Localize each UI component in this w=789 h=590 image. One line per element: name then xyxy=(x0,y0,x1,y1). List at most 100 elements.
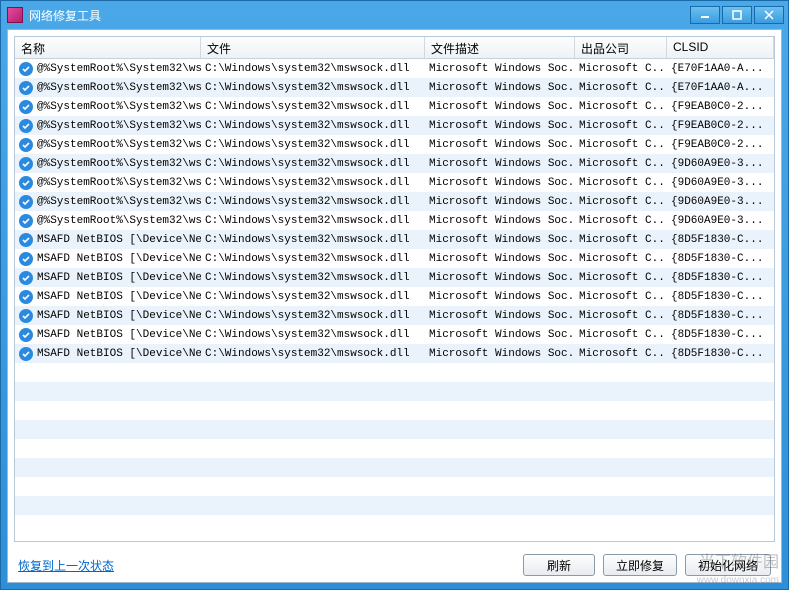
cell-file: C:\Windows\system32\mswsock.dll xyxy=(201,196,425,208)
row-name-text: MSAFD NetBIOS [\Device\Ne... xyxy=(37,234,201,246)
row-name-text: @%SystemRoot%\System32\ws... xyxy=(37,120,201,132)
table-row[interactable]: @%SystemRoot%\System32\ws...C:\Windows\s… xyxy=(15,116,774,135)
cell-desc: Microsoft Windows Soc... xyxy=(425,215,575,227)
repair-now-button[interactable]: 立即修复 xyxy=(603,554,677,576)
cell-file: C:\Windows\system32\mswsock.dll xyxy=(201,329,425,341)
column-header-desc[interactable]: 文件描述 xyxy=(425,37,575,58)
cell-company: Microsoft C... xyxy=(575,329,667,341)
cell-name: @%SystemRoot%\System32\ws... xyxy=(15,176,201,190)
column-header-company[interactable]: 出品公司 xyxy=(575,37,667,58)
window-title: 网络修复工具 xyxy=(29,7,690,24)
table-row-empty xyxy=(15,477,774,496)
restore-link[interactable]: 恢复到上一次状态 xyxy=(18,557,114,574)
cell-desc: Microsoft Windows Soc... xyxy=(425,310,575,322)
listview[interactable]: 名称 文件 文件描述 出品公司 CLSID @%SystemRoot%\Syst… xyxy=(14,36,775,542)
check-icon xyxy=(19,81,33,95)
cell-name: MSAFD NetBIOS [\Device\Ne... xyxy=(15,309,201,323)
table-row[interactable]: @%SystemRoot%\System32\ws...C:\Windows\s… xyxy=(15,78,774,97)
window-controls xyxy=(690,6,784,24)
cell-file: C:\Windows\system32\mswsock.dll xyxy=(201,101,425,113)
table-row[interactable]: @%SystemRoot%\System32\ws...C:\Windows\s… xyxy=(15,154,774,173)
cell-name: MSAFD NetBIOS [\Device\Ne... xyxy=(15,347,201,361)
table-row[interactable]: @%SystemRoot%\System32\ws...C:\Windows\s… xyxy=(15,211,774,230)
table-row[interactable]: MSAFD NetBIOS [\Device\Ne...C:\Windows\s… xyxy=(15,325,774,344)
cell-desc: Microsoft Windows Soc... xyxy=(425,177,575,189)
table-row[interactable]: MSAFD NetBIOS [\Device\Ne...C:\Windows\s… xyxy=(15,230,774,249)
minimize-button[interactable] xyxy=(690,6,720,24)
row-name-text: @%SystemRoot%\System32\ws... xyxy=(37,215,201,227)
cell-desc: Microsoft Windows Soc... xyxy=(425,196,575,208)
cell-company: Microsoft C... xyxy=(575,253,667,265)
check-icon xyxy=(19,214,33,228)
cell-name: MSAFD NetBIOS [\Device\Ne... xyxy=(15,328,201,342)
cell-clsid: {9D60A9E0-3... xyxy=(667,215,774,227)
cell-company: Microsoft C... xyxy=(575,310,667,322)
cell-desc: Microsoft Windows Soc... xyxy=(425,329,575,341)
cell-clsid: {9D60A9E0-3... xyxy=(667,158,774,170)
row-name-text: MSAFD NetBIOS [\Device\Ne... xyxy=(37,253,201,265)
cell-desc: Microsoft Windows Soc... xyxy=(425,272,575,284)
row-name-text: @%SystemRoot%\System32\ws... xyxy=(37,82,201,94)
cell-company: Microsoft C... xyxy=(575,348,667,360)
cell-clsid: {F9EAB0C0-2... xyxy=(667,101,774,113)
column-header-file[interactable]: 文件 xyxy=(201,37,425,58)
row-name-text: @%SystemRoot%\System32\ws... xyxy=(37,101,201,113)
cell-name: @%SystemRoot%\System32\ws... xyxy=(15,62,201,76)
cell-file: C:\Windows\system32\mswsock.dll xyxy=(201,120,425,132)
table-row[interactable]: MSAFD NetBIOS [\Device\Ne...C:\Windows\s… xyxy=(15,344,774,363)
check-icon xyxy=(19,252,33,266)
titlebar[interactable]: 网络修复工具 xyxy=(1,1,788,29)
cell-company: Microsoft C... xyxy=(575,177,667,189)
check-icon xyxy=(19,62,33,76)
init-network-button[interactable]: 初始化网络 xyxy=(685,554,771,576)
row-name-text: @%SystemRoot%\System32\ws... xyxy=(37,158,201,170)
row-name-text: @%SystemRoot%\System32\ws... xyxy=(37,63,201,75)
table-row[interactable]: MSAFD NetBIOS [\Device\Ne...C:\Windows\s… xyxy=(15,249,774,268)
cell-file: C:\Windows\system32\mswsock.dll xyxy=(201,177,425,189)
cell-clsid: {8D5F1830-C... xyxy=(667,329,774,341)
table-row[interactable]: MSAFD NetBIOS [\Device\Ne...C:\Windows\s… xyxy=(15,306,774,325)
check-icon xyxy=(19,290,33,304)
cell-file: C:\Windows\system32\mswsock.dll xyxy=(201,291,425,303)
maximize-button[interactable] xyxy=(722,6,752,24)
table-row[interactable]: MSAFD NetBIOS [\Device\Ne...C:\Windows\s… xyxy=(15,268,774,287)
client-area: 名称 文件 文件描述 出品公司 CLSID @%SystemRoot%\Syst… xyxy=(7,29,782,583)
row-name-text: @%SystemRoot%\System32\ws... xyxy=(37,139,201,151)
row-name-text: MSAFD NetBIOS [\Device\Ne... xyxy=(37,291,201,303)
refresh-button[interactable]: 刷新 xyxy=(523,554,595,576)
cell-name: @%SystemRoot%\System32\ws... xyxy=(15,157,201,171)
table-row[interactable]: @%SystemRoot%\System32\ws...C:\Windows\s… xyxy=(15,173,774,192)
cell-file: C:\Windows\system32\mswsock.dll xyxy=(201,348,425,360)
cell-company: Microsoft C... xyxy=(575,158,667,170)
table-row-empty xyxy=(15,363,774,382)
cell-desc: Microsoft Windows Soc... xyxy=(425,291,575,303)
table-row[interactable]: MSAFD NetBIOS [\Device\Ne...C:\Windows\s… xyxy=(15,287,774,306)
cell-file: C:\Windows\system32\mswsock.dll xyxy=(201,158,425,170)
cell-name: MSAFD NetBIOS [\Device\Ne... xyxy=(15,233,201,247)
table-row[interactable]: @%SystemRoot%\System32\ws...C:\Windows\s… xyxy=(15,59,774,78)
table-row[interactable]: @%SystemRoot%\System32\ws...C:\Windows\s… xyxy=(15,97,774,116)
cell-company: Microsoft C... xyxy=(575,272,667,284)
table-row-empty xyxy=(15,439,774,458)
cell-desc: Microsoft Windows Soc... xyxy=(425,82,575,94)
cell-name: @%SystemRoot%\System32\ws... xyxy=(15,195,201,209)
close-button[interactable] xyxy=(754,6,784,24)
row-name-text: MSAFD NetBIOS [\Device\Ne... xyxy=(37,348,201,360)
cell-name: @%SystemRoot%\System32\ws... xyxy=(15,214,201,228)
cell-company: Microsoft C... xyxy=(575,291,667,303)
column-header-name[interactable]: 名称 xyxy=(15,37,201,58)
row-name-text: MSAFD NetBIOS [\Device\Ne... xyxy=(37,329,201,341)
check-icon xyxy=(19,347,33,361)
table-row[interactable]: @%SystemRoot%\System32\ws...C:\Windows\s… xyxy=(15,192,774,211)
cell-desc: Microsoft Windows Soc... xyxy=(425,63,575,75)
cell-clsid: {8D5F1830-C... xyxy=(667,291,774,303)
table-row[interactable]: @%SystemRoot%\System32\ws...C:\Windows\s… xyxy=(15,135,774,154)
cell-company: Microsoft C... xyxy=(575,139,667,151)
check-icon xyxy=(19,233,33,247)
column-header-clsid[interactable]: CLSID xyxy=(667,37,774,58)
row-name-text: @%SystemRoot%\System32\ws... xyxy=(37,196,201,208)
table-row-empty xyxy=(15,420,774,439)
cell-file: C:\Windows\system32\mswsock.dll xyxy=(201,63,425,75)
list-body[interactable]: @%SystemRoot%\System32\ws...C:\Windows\s… xyxy=(15,59,774,541)
cell-clsid: {8D5F1830-C... xyxy=(667,348,774,360)
